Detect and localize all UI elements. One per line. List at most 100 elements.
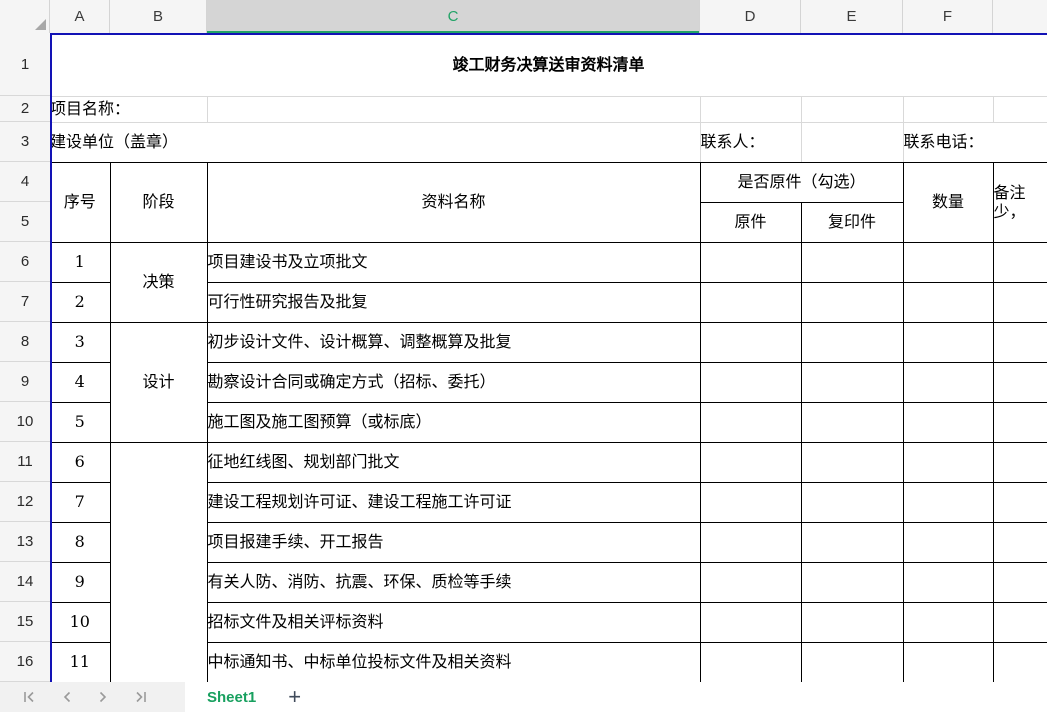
column-header-e[interactable]: E	[801, 0, 903, 33]
cell-seq[interactable]: 4	[50, 362, 110, 402]
cell-material-name[interactable]: 征地红线图、规划部门批文	[207, 442, 700, 482]
cell-copy[interactable]	[801, 362, 903, 402]
cell-material-name[interactable]: 中标通知书、中标单位投标文件及相关资料	[207, 642, 700, 682]
last-sheet-icon[interactable]	[133, 690, 148, 704]
cell-copy[interactable]	[801, 402, 903, 442]
next-sheet-icon[interactable]	[97, 690, 109, 704]
row-header-7[interactable]: 7	[0, 282, 50, 322]
cell-copy[interactable]	[801, 322, 903, 362]
cell-copy[interactable]	[801, 442, 903, 482]
cell-empty[interactable]	[993, 96, 1047, 122]
cell-quantity[interactable]	[903, 282, 993, 322]
row-header-10[interactable]: 10	[0, 402, 50, 442]
cell-stage[interactable]: 设计	[110, 322, 207, 442]
cell-copy[interactable]	[801, 602, 903, 642]
cell-original[interactable]	[700, 362, 801, 402]
cell-remark[interactable]	[993, 282, 1047, 322]
cell-remark[interactable]	[993, 442, 1047, 482]
cell-material-name[interactable]: 有关人防、消防、抗震、环保、质检等手续	[207, 562, 700, 602]
column-header-d[interactable]: D	[700, 0, 801, 33]
row-header-11[interactable]: 11	[0, 442, 50, 482]
cell-seq[interactable]: 3	[50, 322, 110, 362]
cell-remark[interactable]	[993, 602, 1047, 642]
cell-material-name[interactable]: 可行性研究报告及批复	[207, 282, 700, 322]
cell-remark[interactable]	[993, 522, 1047, 562]
cell-original[interactable]	[700, 322, 801, 362]
cell-project-name-label[interactable]: 项目名称：	[50, 96, 207, 122]
cell-header-material-name[interactable]: 资料名称	[207, 162, 700, 242]
cell-quantity[interactable]	[903, 442, 993, 482]
cell-material-name[interactable]: 初步设计文件、设计概算、调整概算及批复	[207, 322, 700, 362]
cell-title[interactable]: 竣工财务决算送审资料清单	[50, 33, 1047, 96]
cell-quantity[interactable]	[903, 322, 993, 362]
cell-header-remark[interactable]: 备注 少，	[993, 162, 1047, 242]
row-header-13[interactable]: 13	[0, 522, 50, 562]
cell-remark[interactable]	[993, 562, 1047, 602]
column-header-b[interactable]: B	[110, 0, 207, 33]
add-sheet-button[interactable]: +	[288, 683, 301, 711]
cell-material-name[interactable]: 施工图及施工图预算（或标底）	[207, 402, 700, 442]
row-header-14[interactable]: 14	[0, 562, 50, 602]
cell-copy[interactable]	[801, 642, 903, 682]
cell-quantity[interactable]	[903, 242, 993, 282]
cell-empty[interactable]	[801, 122, 903, 162]
row-header-12[interactable]: 12	[0, 482, 50, 522]
cell-header-is-original[interactable]: 是否原件（勾选）	[700, 162, 903, 202]
cell-original[interactable]	[700, 642, 801, 682]
cell-header-copy[interactable]: 复印件	[801, 202, 903, 242]
cell-copy[interactable]	[801, 482, 903, 522]
cell-seq[interactable]: 10	[50, 602, 110, 642]
cell-seq[interactable]: 9	[50, 562, 110, 602]
cell-remark[interactable]	[993, 322, 1047, 362]
cell-quantity[interactable]	[903, 602, 993, 642]
column-header-a[interactable]: A	[50, 0, 110, 33]
cell-quantity[interactable]	[903, 362, 993, 402]
select-all-corner[interactable]	[0, 0, 50, 33]
cell-quantity[interactable]	[903, 642, 993, 682]
cell-seq[interactable]: 11	[50, 642, 110, 682]
row-header-3[interactable]: 3	[0, 122, 50, 162]
cell-stage[interactable]	[110, 442, 207, 682]
cell-empty[interactable]	[700, 96, 801, 122]
cell-copy[interactable]	[801, 242, 903, 282]
row-header-15[interactable]: 15	[0, 602, 50, 642]
row-header-9[interactable]: 9	[0, 362, 50, 402]
cell-material-name[interactable]: 勘察设计合同或确定方式（招标、委托）	[207, 362, 700, 402]
cell-remark[interactable]	[993, 242, 1047, 282]
cell-material-name[interactable]: 项目建设书及立项批文	[207, 242, 700, 282]
cell-seq[interactable]: 5	[50, 402, 110, 442]
cell-empty[interactable]	[207, 96, 700, 122]
sheet-tab-sheet1[interactable]: Sheet1	[207, 682, 256, 712]
cell-material-name[interactable]: 建设工程规划许可证、建设工程施工许可证	[207, 482, 700, 522]
row-header-16[interactable]: 16	[0, 642, 50, 682]
row-header-6[interactable]: 6	[0, 242, 50, 282]
cell-quantity[interactable]	[903, 562, 993, 602]
cell-copy[interactable]	[801, 522, 903, 562]
cell-quantity[interactable]	[903, 402, 993, 442]
cell-contact-label[interactable]: 联系人：	[700, 122, 801, 162]
cell-material-name[interactable]: 项目报建手续、开工报告	[207, 522, 700, 562]
row-header-8[interactable]: 8	[0, 322, 50, 362]
row-header-1[interactable]: 1	[0, 33, 50, 96]
cell-copy[interactable]	[801, 562, 903, 602]
cell-seq[interactable]: 6	[50, 442, 110, 482]
column-header-c[interactable]: C	[207, 0, 700, 33]
cell-original[interactable]	[700, 402, 801, 442]
cell-original[interactable]	[700, 522, 801, 562]
cell-material-name[interactable]: 招标文件及相关评标资料	[207, 602, 700, 642]
cell-header-quantity[interactable]: 数量	[903, 162, 993, 242]
cell-original[interactable]	[700, 482, 801, 522]
row-header-5[interactable]: 5	[0, 202, 50, 242]
cell-empty[interactable]	[801, 96, 903, 122]
cell-stage[interactable]: 决策	[110, 242, 207, 322]
prev-sheet-icon[interactable]	[61, 690, 73, 704]
cell-remark[interactable]	[993, 402, 1047, 442]
cell-original[interactable]	[700, 282, 801, 322]
cell-original[interactable]	[700, 562, 801, 602]
cell-header-seq[interactable]: 序号	[50, 162, 110, 242]
cell-header-original[interactable]: 原件	[700, 202, 801, 242]
cell-seq[interactable]: 1	[50, 242, 110, 282]
first-sheet-icon[interactable]	[22, 690, 37, 704]
cell-original[interactable]	[700, 602, 801, 642]
cell-remark[interactable]	[993, 642, 1047, 682]
